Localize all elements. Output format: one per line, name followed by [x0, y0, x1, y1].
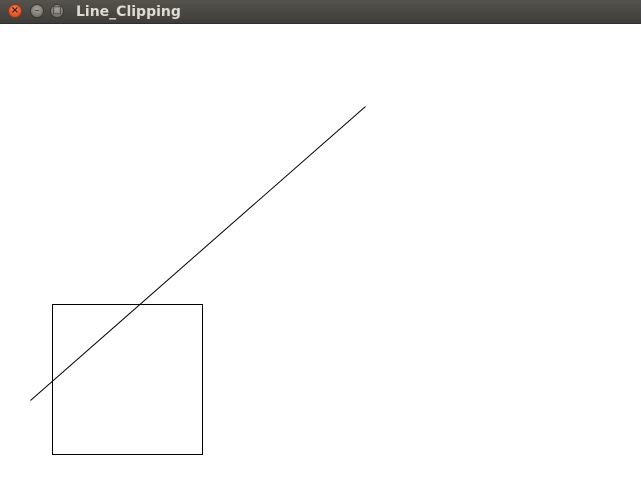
title-bar[interactable]: × – □ Line_Clipping [0, 0, 641, 24]
window-title: Line_Clipping [76, 4, 181, 20]
drawing-canvas[interactable] [0, 24, 641, 501]
close-button[interactable]: × [8, 4, 22, 18]
line-segment [30, 106, 366, 401]
maximize-icon: □ [52, 5, 62, 16]
minimize-icon: – [34, 5, 40, 16]
app-window: × – □ Line_Clipping [0, 0, 641, 501]
minimize-button[interactable]: – [30, 4, 44, 18]
canvas-drawing [30, 106, 366, 455]
clip-window-rectangle [52, 304, 203, 455]
close-icon: × [10, 5, 20, 16]
maximize-button[interactable]: □ [50, 4, 64, 18]
